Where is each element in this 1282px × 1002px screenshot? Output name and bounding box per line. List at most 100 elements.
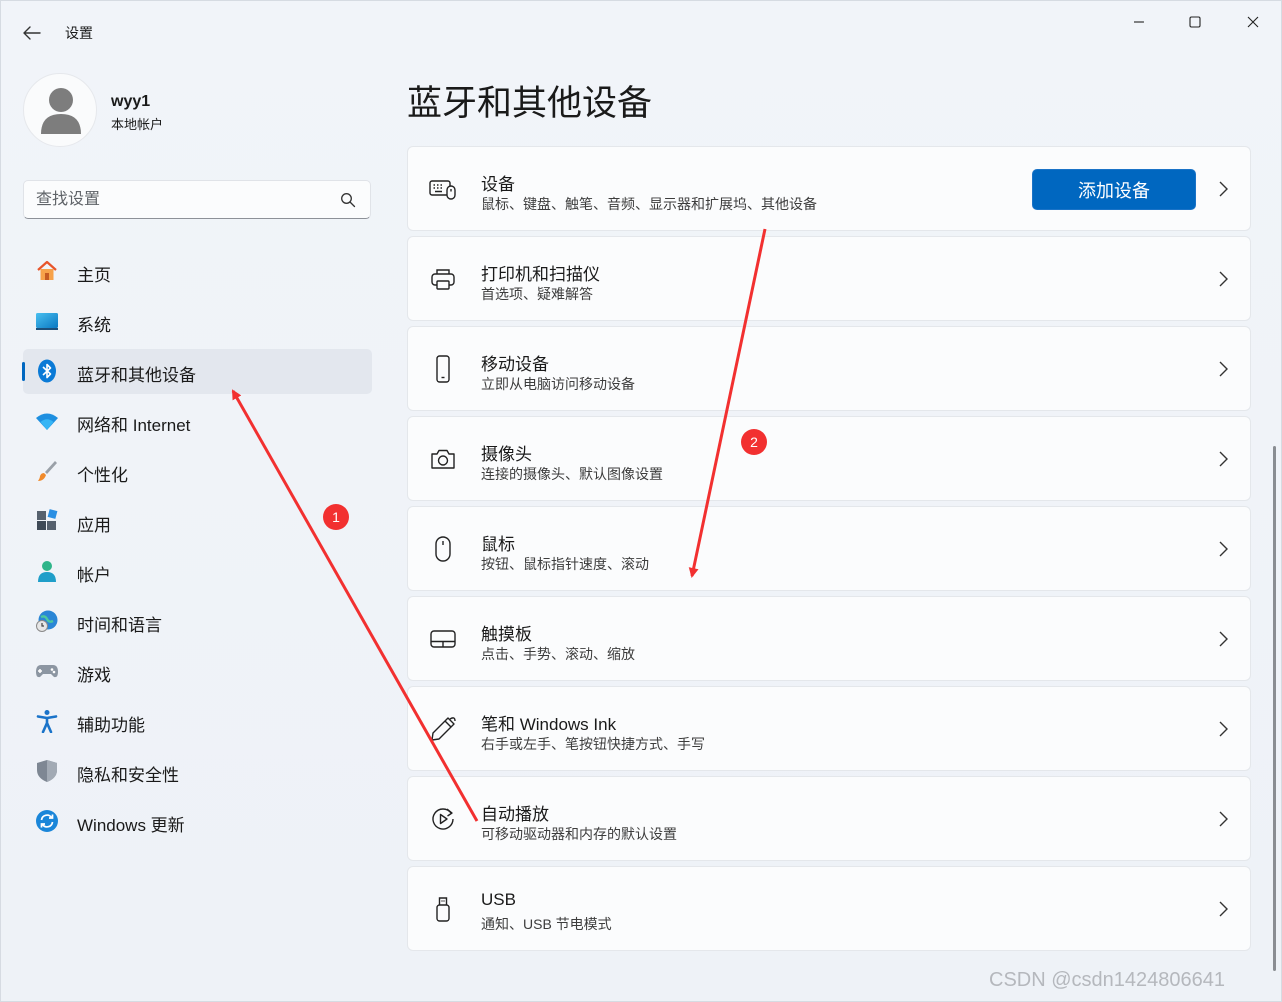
card-touchpad[interactable]: 触摸板 点击、手势、滚动、缩放 [407, 596, 1251, 681]
sidebar-item-network[interactable]: 网络和 Internet [23, 399, 372, 444]
chevron-right-icon [1219, 271, 1228, 287]
card-description: 右手或左手、笔按钮快捷方式、手写 [481, 736, 705, 752]
back-button[interactable] [19, 21, 45, 45]
avatar [23, 73, 97, 147]
system-display-icon [35, 309, 59, 333]
settings-window: 设置 wyy1 本地帐户 查找设置 主页 系统 蓝牙和其他设备 网络和 Inte… [0, 0, 1282, 1002]
minimize-button[interactable] [1119, 11, 1159, 33]
card-title: 打印机和扫描仪 [481, 265, 600, 284]
annotation-badge-1: 1 [323, 504, 349, 530]
maximize-icon [1189, 16, 1201, 28]
arrow-left-icon [23, 26, 41, 40]
minimize-icon [1134, 21, 1144, 23]
sidebar-nav: 主页 系统 蓝牙和其他设备 网络和 Internet 个性化 应用 帐户 时间和… [22, 249, 372, 849]
sidebar-item-personalization[interactable]: 个性化 [23, 449, 372, 494]
sidebar-item-label: 个性化 [77, 466, 128, 485]
card-title: 自动播放 [481, 805, 549, 824]
card-mobile-devices[interactable]: 移动设备 立即从电脑访问移动设备 [407, 326, 1251, 411]
card-description: 连接的摄像头、默认图像设置 [481, 466, 663, 482]
card-description: 可移动驱动器和内存的默认设置 [481, 826, 677, 842]
sidebar-item-label: Windows 更新 [77, 816, 185, 835]
card-title: 移动设备 [481, 355, 549, 374]
chevron-right-icon [1219, 721, 1228, 737]
card-title: 笔和 Windows Ink [481, 715, 617, 734]
pen-icon [428, 715, 458, 743]
card-autoplay[interactable]: 自动播放 可移动驱动器和内存的默认设置 [407, 776, 1251, 861]
card-usb[interactable]: USB 通知、USB 节电模式 [407, 866, 1251, 951]
card-mouse[interactable]: 鼠标 按钮、鼠标指针速度、滚动 [407, 506, 1251, 591]
autoplay-icon [428, 805, 458, 833]
card-title: 摄像头 [481, 445, 532, 464]
sidebar-item-label: 帐户 [77, 566, 111, 585]
sidebar-item-label: 游戏 [77, 666, 111, 685]
sidebar-item-privacy[interactable]: 隐私和安全性 [23, 749, 372, 794]
close-icon [1247, 16, 1259, 28]
card-description: 鼠标、键盘、触笔、音频、显示器和扩展坞、其他设备 [481, 196, 817, 212]
card-description: 点击、手势、滚动、缩放 [481, 646, 635, 662]
gamepad-icon [35, 659, 59, 683]
sidebar-item-apps[interactable]: 应用 [23, 499, 372, 544]
sidebar-item-label: 隐私和安全性 [77, 766, 179, 785]
search-input[interactable] [36, 189, 336, 211]
sidebar-item-windows-update[interactable]: Windows 更新 [23, 799, 372, 844]
paint-brush-icon [35, 459, 59, 483]
sidebar-item-time-language[interactable]: 时间和语言 [23, 599, 372, 644]
sidebar-item-label: 主页 [77, 266, 111, 285]
sidebar-item-gaming[interactable]: 游戏 [23, 649, 372, 694]
card-description: 按钮、鼠标指针速度、滚动 [481, 556, 649, 572]
card-description: 立即从电脑访问移动设备 [481, 376, 635, 392]
wifi-icon [35, 409, 59, 433]
card-camera[interactable]: 摄像头 连接的摄像头、默认图像设置 [407, 416, 1251, 501]
shield-icon [35, 759, 59, 783]
user-name: wyy1 [111, 93, 151, 110]
card-pen-windows-ink[interactable]: 笔和 Windows Ink 右手或左手、笔按钮快捷方式、手写 [407, 686, 1251, 771]
user-account-type: 本地帐户 [111, 117, 164, 132]
search-box [23, 180, 371, 219]
time-language-icon [35, 609, 59, 633]
sidebar-item-label: 系统 [77, 316, 111, 335]
sidebar-item-bluetooth[interactable]: 蓝牙和其他设备 [22, 349, 372, 394]
apps-icon [35, 509, 59, 533]
scrollbar[interactable] [1273, 446, 1276, 971]
sidebar-item-label: 时间和语言 [77, 616, 162, 635]
avatar-person-icon [41, 88, 81, 134]
usb-icon [428, 895, 458, 923]
touchpad-icon [428, 625, 458, 653]
sidebar-item-home[interactable]: 主页 [23, 249, 372, 294]
mouse-icon [428, 535, 458, 563]
active-indicator [22, 362, 25, 381]
accessibility-icon [35, 709, 59, 733]
sidebar-item-system[interactable]: 系统 [23, 299, 372, 344]
sidebar-item-accounts[interactable]: 帐户 [23, 549, 372, 594]
sidebar-item-accessibility[interactable]: 辅助功能 [23, 699, 372, 744]
card-printers-scanners[interactable]: 打印机和扫描仪 首选项、疑难解答 [407, 236, 1251, 321]
sidebar-item-label: 蓝牙和其他设备 [77, 366, 196, 385]
printer-icon [428, 265, 458, 293]
title-bar: 设置 [1, 1, 1281, 63]
close-button[interactable] [1233, 11, 1273, 33]
update-icon [35, 809, 59, 833]
card-devices[interactable]: 设备 鼠标、键盘、触笔、音频、显示器和扩展坞、其他设备 添加设备 [407, 146, 1251, 231]
add-device-button[interactable]: 添加设备 [1032, 169, 1196, 210]
card-title: 鼠标 [481, 535, 515, 554]
page-title: 蓝牙和其他设备 [407, 84, 653, 123]
home-icon [35, 259, 59, 283]
chevron-right-icon [1219, 361, 1228, 377]
chevron-right-icon [1219, 631, 1228, 647]
chevron-right-icon [1219, 451, 1228, 467]
chevron-right-icon [1219, 541, 1228, 557]
watermark: CSDN @csdn1424806641 [989, 969, 1226, 991]
card-description: 通知、USB 节电模式 [481, 916, 612, 932]
devices-icon [428, 175, 458, 203]
maximize-button[interactable] [1175, 11, 1215, 33]
search-icon[interactable] [340, 192, 356, 208]
sidebar-item-label: 应用 [77, 516, 111, 535]
chevron-right-icon [1219, 901, 1228, 917]
app-title: 设置 [65, 25, 93, 41]
chevron-right-icon [1219, 181, 1228, 197]
bluetooth-icon [35, 359, 59, 383]
settings-card-list: 设备 鼠标、键盘、触笔、音频、显示器和扩展坞、其他设备 添加设备 打印机和扫描仪… [407, 146, 1251, 956]
phone-icon [428, 355, 458, 383]
annotation-badge-2: 2 [741, 429, 767, 455]
chevron-right-icon [1219, 811, 1228, 827]
